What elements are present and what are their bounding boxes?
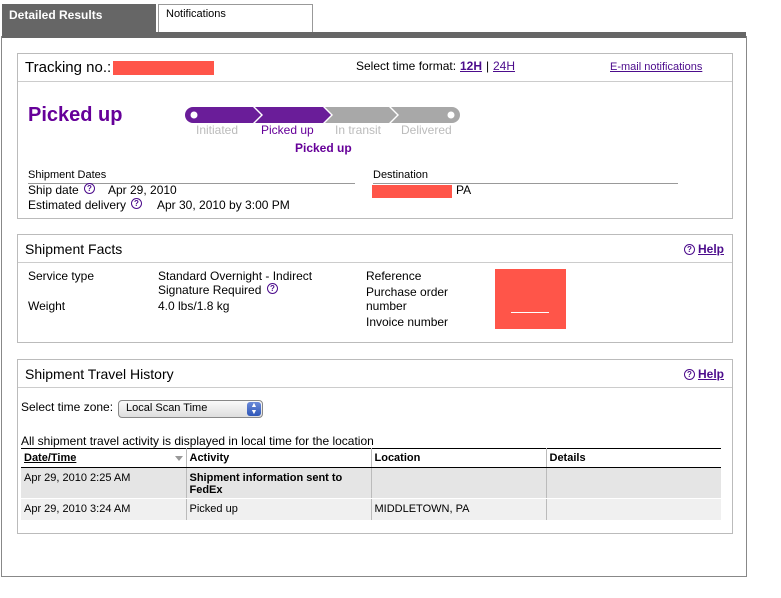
timezone-select[interactable]: Local Scan Time ▲ ▼	[118, 400, 263, 418]
stage-segment-in-transit	[325, 107, 397, 123]
history-note: All shipment travel activity is displaye…	[21, 434, 374, 448]
history-help-link[interactable]: ? Help	[683, 367, 724, 381]
activity-line1: Shipment information sent to	[189, 472, 343, 484]
col-datetime-label: Date/Time	[24, 452, 77, 464]
shipment-dates-heading: Shipment Dates	[28, 169, 107, 181]
email-notifications-link[interactable]: E-mail notifications	[610, 61, 702, 73]
tab-notifications[interactable]: Notifications	[158, 4, 313, 32]
travel-history-panel: Shipment Travel History ? Help Select tim…	[17, 359, 733, 534]
destination-city-redacted	[372, 185, 452, 198]
timezone-value: Local Scan Time	[126, 402, 208, 414]
est-delivery-value: Apr 30, 2010 by 3:00 PM	[157, 198, 290, 212]
ship-date-value: Apr 29, 2010	[108, 183, 177, 197]
shipment-facts-panel: Shipment Facts ? Help Service type Standa…	[17, 234, 733, 343]
facts-help-link[interactable]: ? Help	[683, 242, 724, 256]
weight-label: Weight	[28, 299, 66, 313]
col-activity: Activity	[186, 448, 372, 468]
history-header: Shipment Travel History ? Help	[18, 360, 732, 388]
time-format-label: Select time format:	[356, 59, 457, 73]
tracking-header: Tracking no.: Select time format: 12H | …	[18, 54, 732, 82]
history-title: Shipment Travel History	[25, 366, 174, 382]
tracking-number-redacted	[113, 61, 214, 75]
tracking-no-label: Tracking no.:	[25, 59, 112, 76]
progress-bar	[185, 107, 460, 123]
start-dot	[190, 111, 198, 119]
cell-activity: Picked up	[186, 498, 372, 521]
col-location-label: Location	[374, 452, 421, 464]
history-table: Date/Time Activity Location Details Apr …	[21, 448, 721, 521]
tab-detailed-results[interactable]: Detailed Results	[2, 4, 156, 36]
cell-details	[546, 467, 721, 499]
stage-label-initiated: Initiated	[196, 123, 239, 137]
format-24h-link[interactable]: 24H	[493, 59, 515, 73]
help-icon: ?	[683, 369, 695, 380]
service-type-label: Service type	[28, 269, 95, 283]
status-heading: Picked up	[28, 104, 123, 126]
reference-values-redacted	[495, 269, 566, 329]
history-header-row: Date/Time Activity Location Details	[21, 448, 721, 468]
format-separator: |	[486, 59, 490, 73]
po-label-line2: number	[366, 299, 407, 313]
end-dot	[447, 111, 455, 119]
cell-location: MIDDLETOWN, PA	[371, 498, 547, 521]
cell-details	[546, 498, 721, 521]
activity-line2: FedEx	[189, 484, 223, 496]
table-row: Apr 29, 2010 2:25 AM Shipment informatio…	[21, 467, 721, 499]
service-type-value-line1: Standard Overnight - Indirect	[158, 269, 313, 283]
current-stage-label: Picked up	[295, 141, 352, 155]
destination-divider	[373, 183, 678, 184]
facts-help-label: Help	[697, 242, 724, 256]
redaction-underline	[511, 312, 549, 313]
sort-arrow-icon	[174, 456, 183, 461]
est-delivery-help-icon[interactable]: ?	[131, 198, 142, 209]
service-type-value-line2: Signature Required	[158, 283, 262, 297]
col-activity-label: Activity	[189, 452, 230, 464]
table-row: Apr 29, 2010 3:24 AM Picked up MIDDLETOW…	[21, 498, 721, 521]
ship-date-label: Ship date	[28, 183, 79, 197]
col-datetime[interactable]: Date/Time	[21, 448, 187, 468]
format-12h-link[interactable]: 12H	[460, 59, 482, 73]
col-location: Location	[371, 448, 547, 468]
weight-value: 4.0 lbs/1.8 kg	[158, 299, 230, 313]
stage-label-delivered: Delivered	[401, 123, 452, 137]
timezone-label: Select time zone:	[21, 400, 114, 414]
destination-state: PA	[456, 183, 472, 197]
facts-header: Shipment Facts ? Help	[18, 235, 732, 263]
ship-date-help-icon[interactable]: ?	[84, 183, 95, 194]
destination-heading: Destination	[373, 169, 429, 181]
reference-label: Reference	[366, 269, 422, 283]
service-type-help-icon[interactable]: ?	[267, 283, 278, 294]
col-details: Details	[546, 448, 721, 468]
po-label-line1: Purchase order	[366, 285, 449, 299]
activity-line1: Picked up	[189, 503, 238, 515]
cell-datetime: Apr 29, 2010 3:24 AM	[21, 498, 187, 521]
est-delivery-label: Estimated delivery	[28, 198, 127, 212]
stage-segment-picked-up	[255, 107, 331, 123]
stage-label-in-transit: In transit	[335, 123, 382, 137]
cell-activity: Shipment information sent to FedEx	[186, 467, 372, 499]
cell-location	[371, 467, 547, 499]
invoice-label: Invoice number	[366, 315, 449, 329]
help-icon: ?	[683, 244, 695, 255]
cell-datetime: Apr 29, 2010 2:25 AM	[21, 467, 187, 499]
tracking-panel: Tracking no.: Select time format: 12H | …	[17, 53, 733, 219]
stage-label-picked-up: Picked up	[261, 123, 314, 137]
col-details-label: Details	[549, 452, 586, 464]
history-help-label: Help	[697, 367, 724, 381]
facts-title: Shipment Facts	[25, 241, 123, 257]
select-arrows-icon: ▲ ▼	[247, 402, 261, 416]
